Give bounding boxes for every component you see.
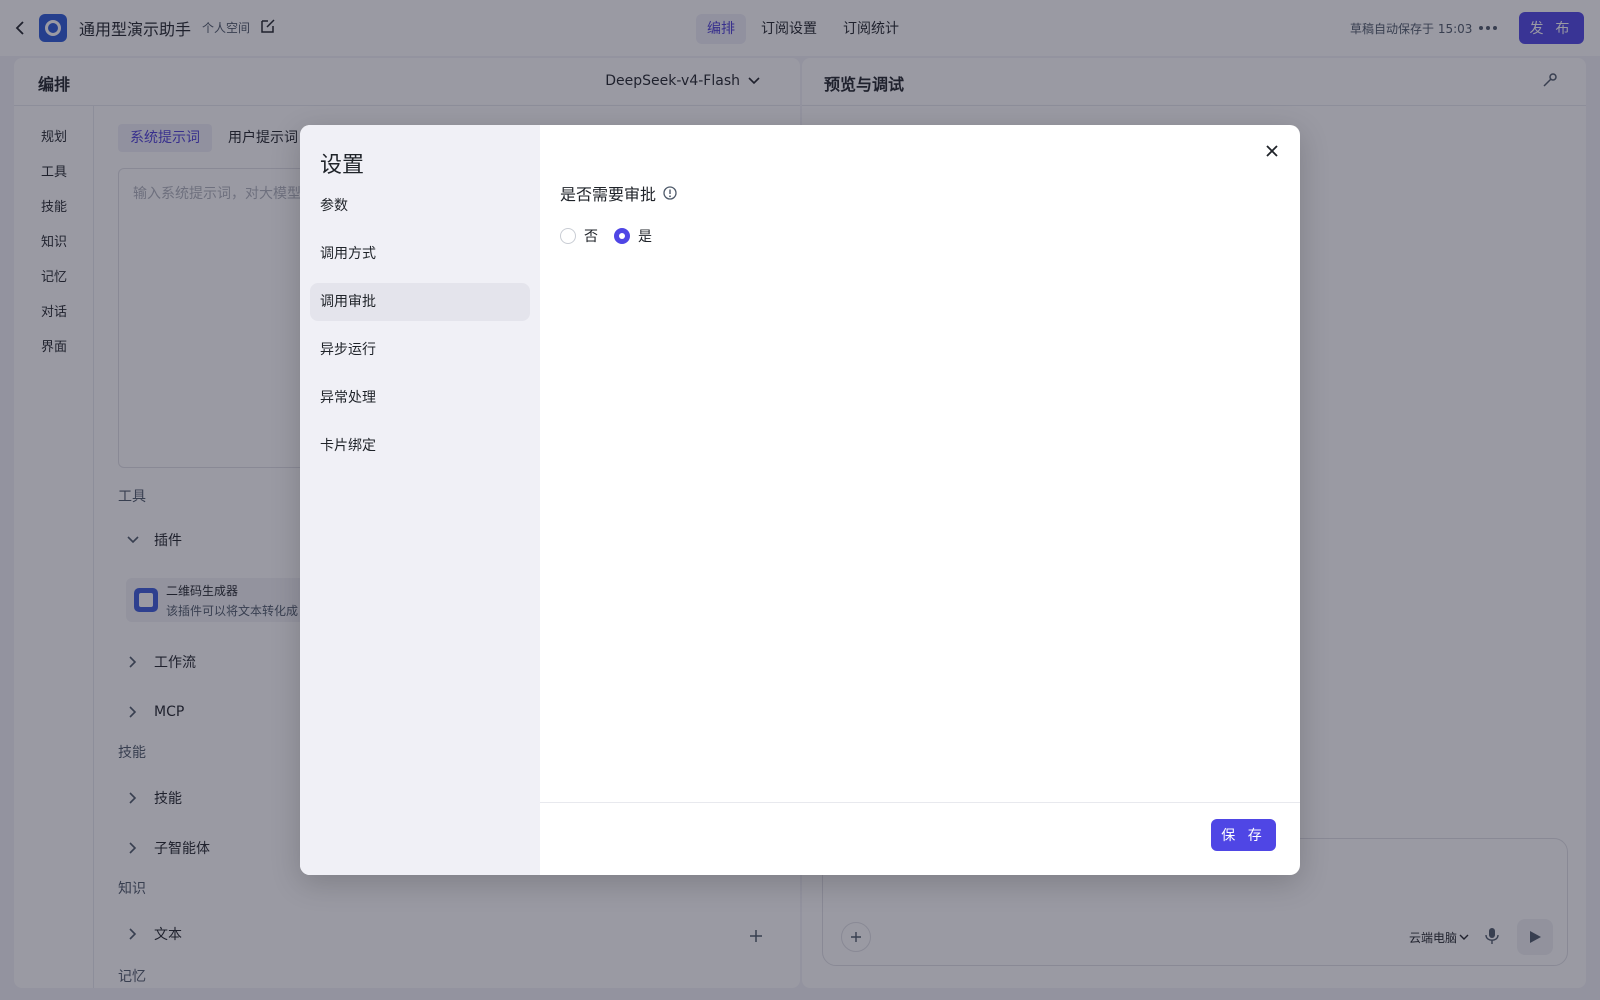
info-icon[interactable] — [662, 185, 678, 201]
radio-no[interactable] — [560, 228, 576, 244]
menu-error-handling[interactable]: 异常处理 — [310, 379, 530, 417]
radio-yes-label: 是 — [638, 229, 652, 245]
approval-field-label: 是否需要审批 — [560, 181, 678, 205]
save-button[interactable]: 保 存 — [1211, 819, 1276, 851]
close-icon[interactable] — [1262, 141, 1282, 161]
menu-card-binding[interactable]: 卡片绑定 — [310, 427, 530, 465]
approval-radio-group: 否 是 — [560, 226, 668, 246]
menu-call-mode[interactable]: 调用方式 — [310, 235, 530, 273]
settings-modal: 设置 参数 调用方式 调用审批 异步运行 异常处理 卡片绑定 是否需要审批 否 … — [300, 125, 1300, 875]
radio-no-label: 否 — [584, 229, 598, 245]
modal-footer: 保 存 — [540, 802, 1300, 875]
menu-call-approval[interactable]: 调用审批 — [310, 283, 530, 321]
radio-option-no[interactable]: 否 — [560, 226, 598, 246]
approval-label-text: 是否需要审批 — [560, 185, 657, 204]
menu-params[interactable]: 参数 — [310, 187, 530, 225]
settings-sidebar: 设置 参数 调用方式 调用审批 异步运行 异常处理 卡片绑定 — [300, 125, 540, 875]
radio-yes[interactable] — [614, 228, 630, 244]
menu-async-run[interactable]: 异步运行 — [310, 331, 530, 369]
settings-title: 设置 — [320, 153, 365, 178]
radio-option-yes[interactable]: 是 — [614, 226, 652, 246]
settings-menu: 参数 调用方式 调用审批 异步运行 异常处理 卡片绑定 — [310, 187, 530, 475]
